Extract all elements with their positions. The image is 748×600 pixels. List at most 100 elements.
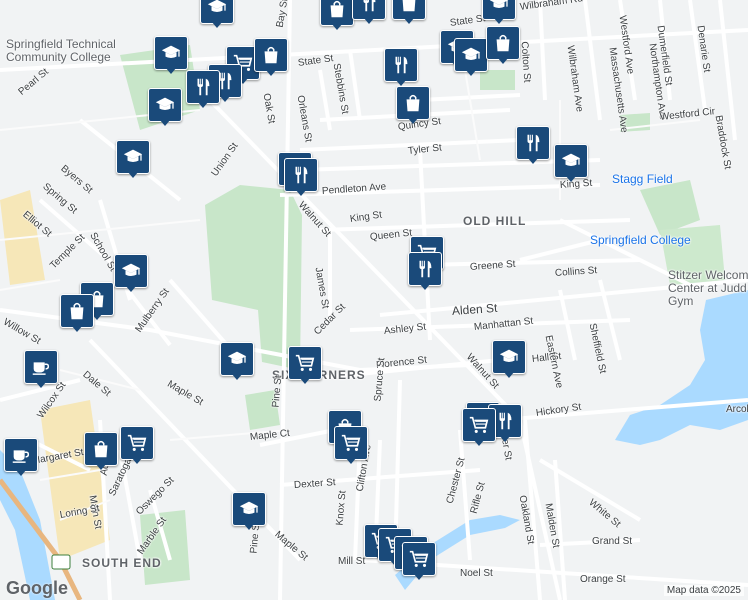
education-icon bbox=[492, 340, 526, 374]
marker-pointer bbox=[403, 17, 415, 24]
marker-pointer bbox=[131, 457, 143, 464]
marker-pointer bbox=[219, 95, 231, 102]
marker-pointer bbox=[499, 435, 511, 442]
shopping-bag-marker[interactable] bbox=[486, 26, 520, 66]
marker-pointer bbox=[331, 23, 343, 30]
poi-springfield-college-label[interactable]: Springfield College bbox=[590, 233, 691, 247]
shopping-cart-marker[interactable] bbox=[120, 426, 154, 466]
education-icon bbox=[454, 38, 488, 72]
marker-pointer bbox=[243, 523, 255, 530]
marker-pointer bbox=[473, 439, 485, 446]
shopping-bag-marker[interactable] bbox=[60, 294, 94, 334]
street-label: Mill St bbox=[338, 556, 366, 567]
map-canvas[interactable]: OLD HILL SIX CORNERS SOUTH END Springfie… bbox=[0, 0, 748, 600]
shopping-cart-icon bbox=[120, 426, 154, 460]
marker-pointer bbox=[493, 17, 505, 24]
cafe-marker[interactable] bbox=[4, 438, 38, 478]
cafe-marker[interactable] bbox=[24, 350, 58, 390]
marker-pointer bbox=[35, 381, 47, 388]
education-marker[interactable] bbox=[116, 140, 150, 180]
education-marker[interactable] bbox=[154, 36, 188, 76]
education-marker[interactable] bbox=[454, 38, 488, 78]
education-marker[interactable] bbox=[200, 0, 234, 30]
street-label: Orange St bbox=[580, 574, 626, 585]
marker-pointer bbox=[565, 175, 577, 182]
marker-pointer bbox=[395, 79, 407, 86]
shopping-cart-icon bbox=[288, 346, 322, 380]
restaurant-icon bbox=[186, 70, 220, 104]
marker-pointer bbox=[165, 67, 177, 74]
cafe-icon bbox=[4, 438, 38, 472]
education-marker[interactable] bbox=[232, 492, 266, 532]
marker-pointer bbox=[345, 457, 357, 464]
shopping-bag-marker[interactable] bbox=[396, 86, 430, 126]
shopping-bag-icon bbox=[396, 86, 430, 120]
marker-pointer bbox=[211, 21, 223, 28]
marker-pointer bbox=[465, 69, 477, 76]
marker-pointer bbox=[127, 171, 139, 178]
restaurant-icon bbox=[384, 48, 418, 82]
marker-pointer bbox=[265, 69, 277, 76]
shopping-bag-marker[interactable] bbox=[320, 0, 354, 32]
marker-pointer bbox=[299, 377, 311, 384]
shopping-cart-marker[interactable] bbox=[402, 542, 436, 582]
neighborhood-south-end: SOUTH END bbox=[82, 556, 162, 570]
shopping-cart-icon bbox=[402, 542, 436, 576]
marker-pointer bbox=[419, 283, 431, 290]
restaurant-marker[interactable] bbox=[352, 0, 386, 26]
marker-pointer bbox=[125, 285, 137, 292]
marker-pointer bbox=[295, 189, 307, 196]
education-icon bbox=[232, 492, 266, 526]
education-icon bbox=[220, 342, 254, 376]
education-icon bbox=[154, 36, 188, 70]
marker-pointer bbox=[71, 325, 83, 332]
restaurant-marker[interactable] bbox=[516, 126, 550, 166]
shopping-cart-icon bbox=[334, 426, 368, 460]
education-marker[interactable] bbox=[114, 254, 148, 294]
google-logo: Google bbox=[6, 578, 68, 598]
restaurant-marker[interactable] bbox=[408, 252, 442, 292]
marker-pointer bbox=[503, 371, 515, 378]
restaurant-icon bbox=[516, 126, 550, 160]
marker-pointer bbox=[497, 57, 509, 64]
marker-pointer bbox=[15, 469, 27, 476]
education-marker[interactable] bbox=[220, 342, 254, 382]
map-attribution[interactable]: Map data ©2025 bbox=[663, 585, 744, 596]
shopping-bag-icon bbox=[486, 26, 520, 60]
shopping-cart-icon bbox=[462, 408, 496, 442]
education-marker[interactable] bbox=[492, 340, 526, 380]
restaurant-icon bbox=[284, 158, 318, 192]
shopping-cart-marker[interactable] bbox=[288, 346, 322, 386]
cafe-icon bbox=[24, 350, 58, 384]
education-marker[interactable] bbox=[554, 144, 588, 184]
poi-stitzer-label[interactable]: Stitzer Welcome Center at Judd Gym bbox=[668, 269, 748, 308]
education-icon bbox=[148, 88, 182, 122]
education-icon bbox=[114, 254, 148, 288]
education-marker[interactable] bbox=[482, 0, 516, 26]
marker-pointer bbox=[197, 101, 209, 108]
shopping-cart-marker[interactable] bbox=[462, 408, 496, 448]
restaurant-marker[interactable] bbox=[384, 48, 418, 88]
shopping-bag-marker[interactable] bbox=[392, 0, 426, 26]
shopping-bag-icon bbox=[254, 38, 288, 72]
marker-pointer bbox=[159, 119, 171, 126]
street-label: Arcola St bbox=[726, 404, 748, 415]
restaurant-marker[interactable] bbox=[186, 70, 220, 110]
poi-stagg-field-label[interactable]: Stagg Field bbox=[612, 172, 673, 186]
marker-pointer bbox=[95, 463, 107, 470]
education-icon bbox=[554, 144, 588, 178]
poi-stcc-label[interactable]: Springfield Technical Community College bbox=[6, 38, 128, 64]
restaurant-marker[interactable] bbox=[284, 158, 318, 198]
shopping-bag-icon bbox=[84, 432, 118, 466]
street-label: Grand St bbox=[592, 536, 633, 547]
marker-pointer bbox=[527, 157, 539, 164]
marker-pointer bbox=[413, 573, 425, 580]
education-marker[interactable] bbox=[148, 88, 182, 128]
neighborhood-old-hill: OLD HILL bbox=[463, 214, 527, 228]
shopping-cart-marker[interactable] bbox=[334, 426, 368, 466]
shopping-bag-icon bbox=[60, 294, 94, 328]
shopping-bag-marker[interactable] bbox=[84, 432, 118, 472]
marker-pointer bbox=[407, 117, 419, 124]
shopping-bag-marker[interactable] bbox=[254, 38, 288, 78]
street-label: Noel St bbox=[460, 568, 493, 579]
